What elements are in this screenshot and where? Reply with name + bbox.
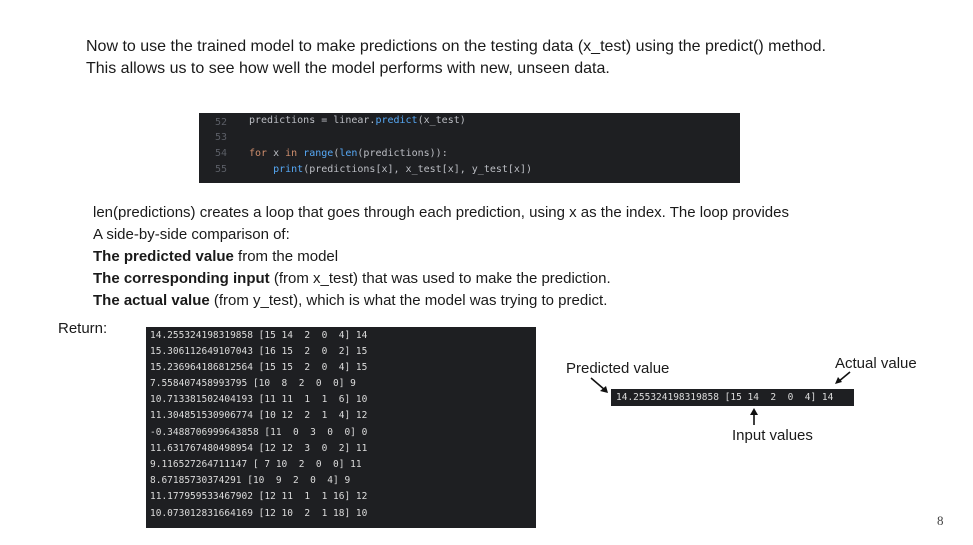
predicted-value-label: Predicted value (566, 360, 670, 377)
code-token: predictions = linear. (249, 115, 376, 126)
code-token: len (339, 148, 358, 159)
predicted-arrow-icon (590, 377, 608, 393)
output-row: 7.558407458993795 [10 8 2 0 0] 9 (150, 378, 356, 389)
code-snippet: 52 53 54 55 predictions = linear.predict… (199, 113, 740, 183)
explain-item-3: The actual value (from y_test), which is… (93, 290, 789, 312)
output-row: 14.255324198319858 [15 14 2 0 4] 14 (150, 330, 368, 341)
output-row: 15.306112649107043 [16 15 2 0 2] 15 (150, 346, 368, 357)
code-line-52: predictions = linear.predict(x_test) (249, 115, 466, 126)
code-token: print (273, 164, 304, 175)
output-row: 11.631767480498954 [12 12 3 0 2] 11 (150, 443, 368, 454)
code-token: (x_test) (417, 115, 466, 126)
page-number: 8 (937, 513, 944, 528)
item-text: from the model (233, 248, 339, 265)
code-line-55: print(predictions[x], x_test[x], y_test[… (249, 164, 532, 175)
line-number: 52 (214, 117, 227, 128)
actual-arrow-icon (835, 371, 851, 384)
input-arrow-icon (750, 408, 758, 425)
code-token: (predictions[x], x_test[x], y_test[x]) (303, 164, 532, 175)
code-token: x (267, 148, 286, 159)
intro-line-1: Now to use the trained model to make pre… (86, 38, 826, 55)
bold-term: The corresponding input (93, 270, 270, 287)
output-console: 14.255324198319858 [15 14 2 0 4] 14 15.3… (146, 327, 536, 528)
code-token: for (249, 148, 268, 159)
bold-term: The actual value (93, 292, 210, 309)
item-text: (from y_test), which is what the model w… (209, 292, 608, 309)
explanation-text: len(predictions) creates a loop that goe… (93, 202, 789, 312)
item-text: (from x_test) that was used to make the … (269, 270, 611, 287)
output-row: -0.3488706999643858 [11 0 3 0 0] 0 (150, 427, 368, 438)
code-token: (predictions)): (357, 148, 448, 159)
line-number: 54 (214, 148, 227, 159)
code-line-54: for x in range(len(predictions)): (249, 148, 448, 159)
line-number: 53 (214, 132, 227, 143)
output-row: 10.073012831664169 [12 10 2 1 18] 10 (150, 508, 368, 519)
return-label: Return: (58, 320, 108, 337)
explain-line-1: len(predictions) creates a loop that goe… (93, 204, 789, 221)
output-row: 10.713381502404193 [11 11 1 1 6] 10 (150, 394, 368, 405)
output-row: 8.67185730374291 [10 9 2 0 4] 9 (150, 475, 351, 486)
code-token: range (303, 148, 334, 159)
sample-output-row: 14.255324198319858 [15 14 2 0 4] 14 (611, 389, 854, 406)
code-token: in (285, 148, 298, 159)
output-row: 9.116527264711147 [ 7 10 2 0 0] 11 (150, 459, 362, 470)
intro-text: Now to use the trained model to make pre… (86, 36, 826, 80)
line-number: 55 (214, 164, 227, 175)
intro-line-2: This allows us to see how well the model… (86, 60, 610, 77)
output-row: 15.236964186812564 [15 15 2 0 4] 15 (150, 362, 368, 373)
bold-term: The predicted value (93, 248, 234, 265)
code-token: predict (375, 115, 418, 126)
explain-line-2: A side-by-side comparison of: (93, 226, 290, 243)
explain-item-2: The corresponding input (from x_test) th… (93, 268, 789, 290)
output-row: 11.304851530906774 [10 12 2 1 4] 12 (150, 410, 368, 421)
output-row: 11.177959533467902 [12 11 1 1 16] 12 (150, 491, 368, 502)
explain-item-1: The predicted value from the model (93, 246, 789, 268)
input-values-label: Input values (732, 427, 813, 444)
